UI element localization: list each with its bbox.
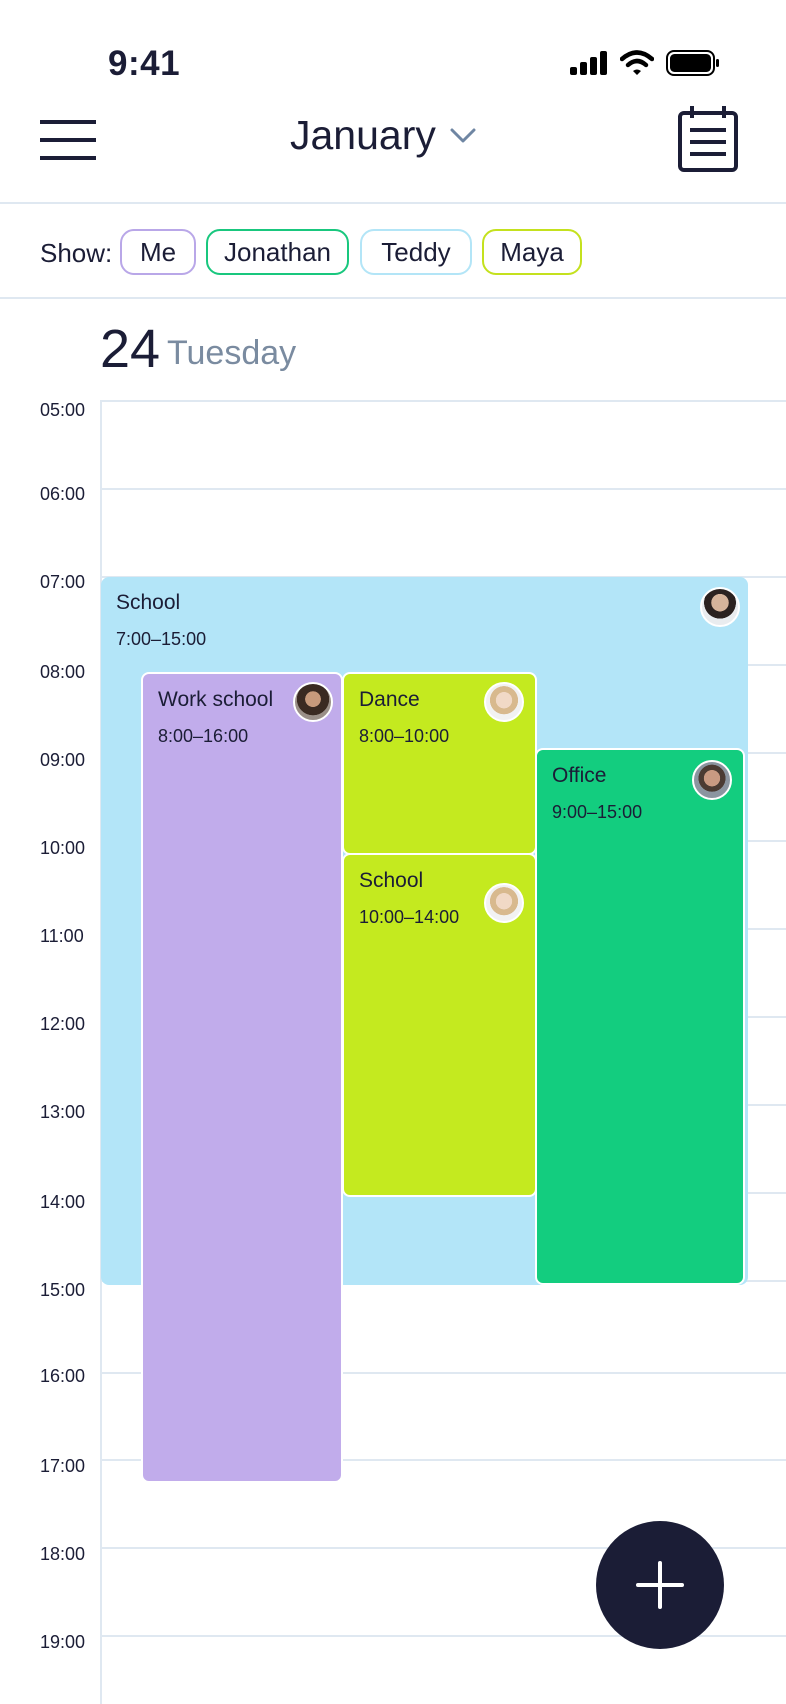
hour-label: 14:00 [40, 1192, 86, 1212]
event-work-school-me[interactable]: Work school 8:00–16:00 [141, 672, 343, 1483]
event-title: School [359, 869, 424, 892]
calendar-view-button[interactable] [678, 106, 738, 172]
hour-label: 13:00 [40, 1102, 86, 1122]
cellular-signal-icon [570, 51, 607, 75]
month-selector[interactable]: January [290, 112, 476, 159]
event-school-maya[interactable]: School 10:00–14:00 [342, 853, 537, 1197]
menu-button[interactable] [40, 120, 96, 160]
avatar [293, 682, 333, 722]
avatar [700, 587, 740, 627]
hour-label: 06:00 [40, 484, 86, 504]
event-title: Dance [359, 688, 420, 711]
hour-label: 05:00 [40, 400, 86, 420]
hour-label: 11:00 [40, 926, 84, 946]
hamburger-icon [40, 120, 96, 160]
status-time: 9:41 [108, 44, 181, 83]
hour-label: 09:00 [40, 750, 86, 770]
header-divider [0, 202, 786, 204]
filter-chip-teddy[interactable]: Teddy [360, 229, 472, 275]
hour-line [100, 400, 786, 402]
hour-line [100, 488, 786, 490]
event-time: 7:00–15:00 [116, 629, 207, 649]
event-time: 8:00–16:00 [158, 726, 249, 746]
hour-label: 10:00 [40, 838, 86, 858]
event-title: Office [552, 764, 607, 787]
plus-icon [636, 1561, 684, 1609]
filter-chip-maya[interactable]: Maya [482, 229, 582, 275]
event-time: 9:00–15:00 [552, 802, 643, 822]
calendar-icon [678, 106, 738, 172]
filter-divider [0, 297, 786, 299]
hour-label: 08:00 [40, 662, 86, 682]
wifi-icon [620, 50, 654, 75]
chevron-down-icon [450, 128, 476, 142]
event-time: 8:00–10:00 [359, 726, 450, 746]
hour-label: 07:00 [40, 572, 86, 592]
hour-label: 16:00 [40, 1366, 86, 1386]
month-label: January [290, 112, 436, 158]
weekday-label: Tuesday [167, 334, 297, 372]
show-filter-label: Show: [40, 238, 113, 268]
event-time: 10:00–14:00 [359, 907, 460, 927]
hour-label: 12:00 [40, 1014, 86, 1034]
hour-label: 19:00 [40, 1632, 86, 1652]
day-number: 24 [100, 319, 161, 379]
avatar [484, 682, 524, 722]
avatar [692, 760, 732, 800]
battery-icon [666, 50, 719, 76]
status-icons [570, 50, 720, 76]
hour-label: 18:00 [40, 1544, 86, 1564]
hour-label: 17:00 [40, 1456, 86, 1476]
add-event-button[interactable] [596, 1521, 724, 1649]
filter-chip-jonathan[interactable]: Jonathan [206, 229, 349, 275]
event-title: Work school [158, 688, 274, 711]
event-dance-maya[interactable]: Dance 8:00–10:00 [342, 672, 537, 855]
hour-label: 15:00 [40, 1280, 86, 1300]
filter-chip-me[interactable]: Me [120, 229, 196, 275]
event-office-jonathan[interactable]: Office 9:00–15:00 [535, 748, 745, 1285]
event-title: School [116, 591, 181, 614]
avatar [484, 883, 524, 923]
